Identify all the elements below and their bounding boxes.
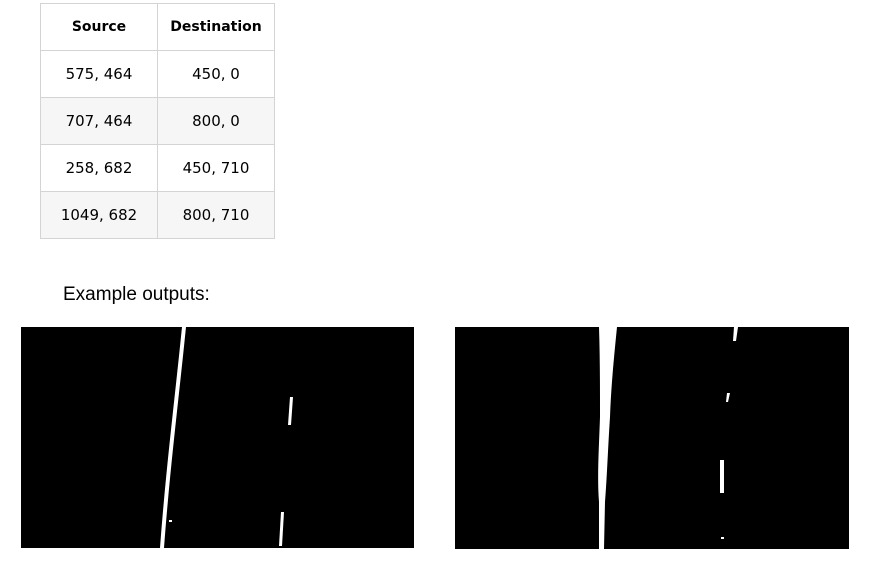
right-lane-dash xyxy=(720,460,724,493)
table-header-row: Source Destination xyxy=(40,3,275,51)
cell-destination: 800, 710 xyxy=(157,191,275,239)
right-lane-dash xyxy=(726,393,730,402)
cell-destination: 450, 0 xyxy=(157,50,275,98)
right-lane-dash xyxy=(279,512,284,546)
cell-source: 258, 682 xyxy=(40,144,158,192)
cell-source: 1049, 682 xyxy=(40,191,158,239)
table-row: 707, 464 800, 0 xyxy=(40,97,275,145)
header-destination: Destination xyxy=(157,3,275,51)
left-lane-line xyxy=(160,327,186,548)
lane-lines-drawing-1 xyxy=(160,327,293,548)
cell-destination: 800, 0 xyxy=(157,97,275,145)
header-source: Source xyxy=(40,3,158,51)
cell-source: 707, 464 xyxy=(40,97,158,145)
table-row: 575, 464 450, 0 xyxy=(40,50,275,98)
table-row: 1049, 682 800, 710 xyxy=(40,191,275,239)
binary-output-image-1 xyxy=(21,327,414,548)
cell-source: 575, 464 xyxy=(40,50,158,98)
table-row: 258, 682 450, 710 xyxy=(40,144,275,192)
right-lane-dash xyxy=(288,397,293,425)
noise-pixel xyxy=(169,520,172,522)
noise-pixel xyxy=(721,537,724,539)
lane-lines-drawing-2 xyxy=(598,327,738,549)
cell-destination: 450, 710 xyxy=(157,144,275,192)
right-lane-dash xyxy=(733,327,738,341)
source-destination-table: Source Destination 575, 464 450, 0 707, … xyxy=(40,3,275,239)
example-outputs-caption: Example outputs: xyxy=(63,284,210,305)
left-lane-line xyxy=(598,327,617,549)
binary-output-image-2 xyxy=(455,327,849,549)
